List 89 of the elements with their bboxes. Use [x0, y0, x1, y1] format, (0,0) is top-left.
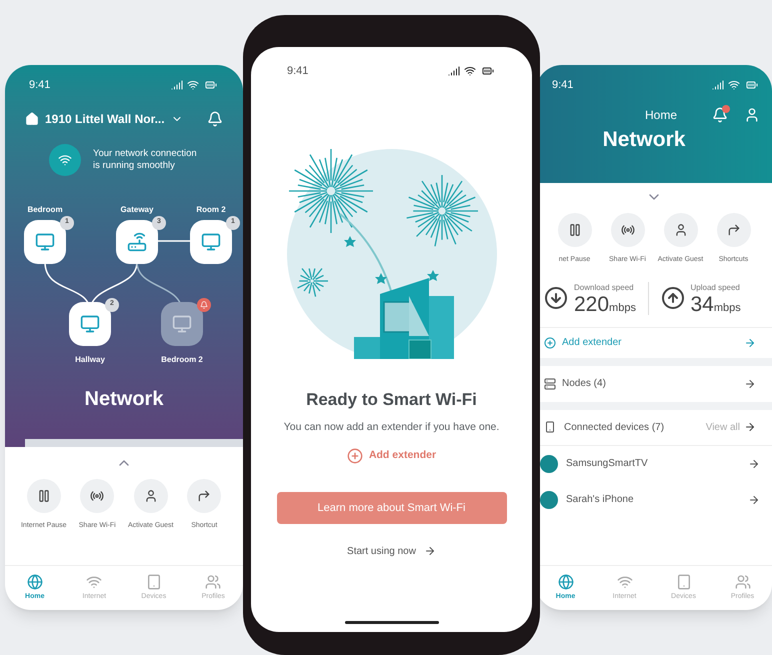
location-dropdown[interactable]: 1910 Littel Wall Nor...: [45, 110, 165, 128]
signal-icon: [712, 79, 724, 92]
device-icon: [544, 421, 556, 433]
broadcast-icon: [90, 489, 104, 503]
network-title: Network: [84, 386, 164, 412]
network-title: Network: [602, 126, 686, 152]
battery-icon: [203, 79, 219, 92]
add-extender-link[interactable]: Add extender: [346, 448, 436, 464]
avatar-icon: [540, 454, 558, 472]
node-tile[interactable]: [24, 220, 66, 264]
avatar-icon: [540, 490, 558, 508]
arrow-icon: [424, 545, 436, 558]
node-label: Bedroom 2: [160, 354, 204, 366]
arrow-icon: [744, 378, 756, 390]
node-tile[interactable]: [190, 220, 232, 264]
status-time: 9:41: [29, 78, 50, 93]
signal-icon: [171, 79, 183, 92]
plus-icon: [346, 448, 363, 464]
wifi-status-icon: [49, 144, 81, 176]
home-icon: [25, 112, 39, 126]
wifi-icon: [616, 574, 632, 590]
action-button[interactable]: [187, 479, 222, 513]
action-button[interactable]: [558, 213, 592, 247]
broadcast-icon: [620, 223, 634, 237]
tablet-icon: [146, 574, 162, 590]
connection-line: [158, 240, 190, 242]
monitor-icon: [35, 232, 55, 252]
wifi-icon: [86, 574, 102, 590]
page-subtitle: Home: [644, 106, 678, 124]
node-label: Bedroom: [26, 204, 64, 216]
globe-icon: [26, 574, 43, 590]
view-all-link[interactable]: View all: [706, 420, 756, 434]
section-title: Connected devices (7): [564, 420, 666, 434]
pause-icon: [568, 223, 582, 237]
status-time: 9:41: [551, 78, 574, 93]
add-extender-row[interactable]: Add extender: [536, 328, 772, 366]
person-icon: [144, 489, 158, 503]
learn-more-button[interactable]: Learn more about Smart Wi-Fi: [276, 492, 506, 524]
node-label: Hallway: [74, 354, 106, 366]
users-icon: [205, 574, 222, 590]
signal-icon: [448, 65, 460, 78]
arrow-icon: [748, 494, 760, 506]
status-time: 9:41: [287, 64, 308, 79]
heading: Ready to Smart Wi-Fi: [306, 388, 477, 410]
description: You can now add an extender if you have one.: [284, 420, 500, 435]
bell-icon[interactable]: [712, 106, 728, 122]
plus-icon: [544, 336, 556, 348]
battery-icon: [744, 79, 760, 92]
node-tile[interactable]: [69, 302, 111, 346]
nodes-row[interactable]: Nodes (4): [536, 366, 772, 410]
speed-label: Download speed: [574, 282, 635, 294]
bell-icon: [207, 110, 223, 126]
status-message: Your network connection is running smoothly: [93, 148, 198, 172]
device-row[interactable]: Sarah's iPhone: [536, 482, 772, 518]
battery-icon: [480, 65, 496, 78]
action-button[interactable]: [610, 213, 644, 247]
action-button[interactable]: [716, 213, 750, 247]
node-label: Gateway: [120, 204, 154, 216]
action-button[interactable]: [664, 213, 698, 247]
download-icon: [544, 286, 568, 310]
action-button[interactable]: [80, 479, 114, 513]
tablet-icon: [676, 574, 692, 590]
router-icon: [127, 232, 147, 252]
node-label: Room 2: [195, 204, 227, 216]
pause-icon: [36, 489, 51, 503]
device-row[interactable]: SamsungSmartTV: [536, 446, 772, 482]
monitor-icon: [201, 232, 221, 252]
speed-value: 34mbps: [690, 294, 741, 314]
upload-icon: [660, 286, 684, 310]
alert-badge: [197, 298, 211, 312]
arrow-icon: [748, 458, 760, 470]
arrow-icon: [726, 223, 740, 237]
node-tile[interactable]: [116, 220, 158, 264]
monitor-icon: [172, 314, 192, 334]
start-using-link[interactable]: Start using now: [347, 544, 436, 559]
profile-icon[interactable]: [744, 106, 760, 122]
users-icon: [734, 574, 750, 590]
action-button[interactable]: [26, 479, 61, 513]
arrow-icon: [197, 489, 212, 503]
arrow-icon: [744, 336, 756, 348]
node-tile[interactable]: [161, 302, 203, 346]
person-icon: [674, 223, 688, 237]
speed-value: 220mbps: [574, 294, 636, 314]
monitor-icon: [80, 314, 100, 334]
arrow-icon: [744, 421, 756, 433]
speed-label: Upload speed: [690, 282, 741, 294]
globe-icon: [558, 574, 574, 590]
node-icon: [544, 378, 556, 390]
action-button[interactable]: [134, 479, 168, 513]
